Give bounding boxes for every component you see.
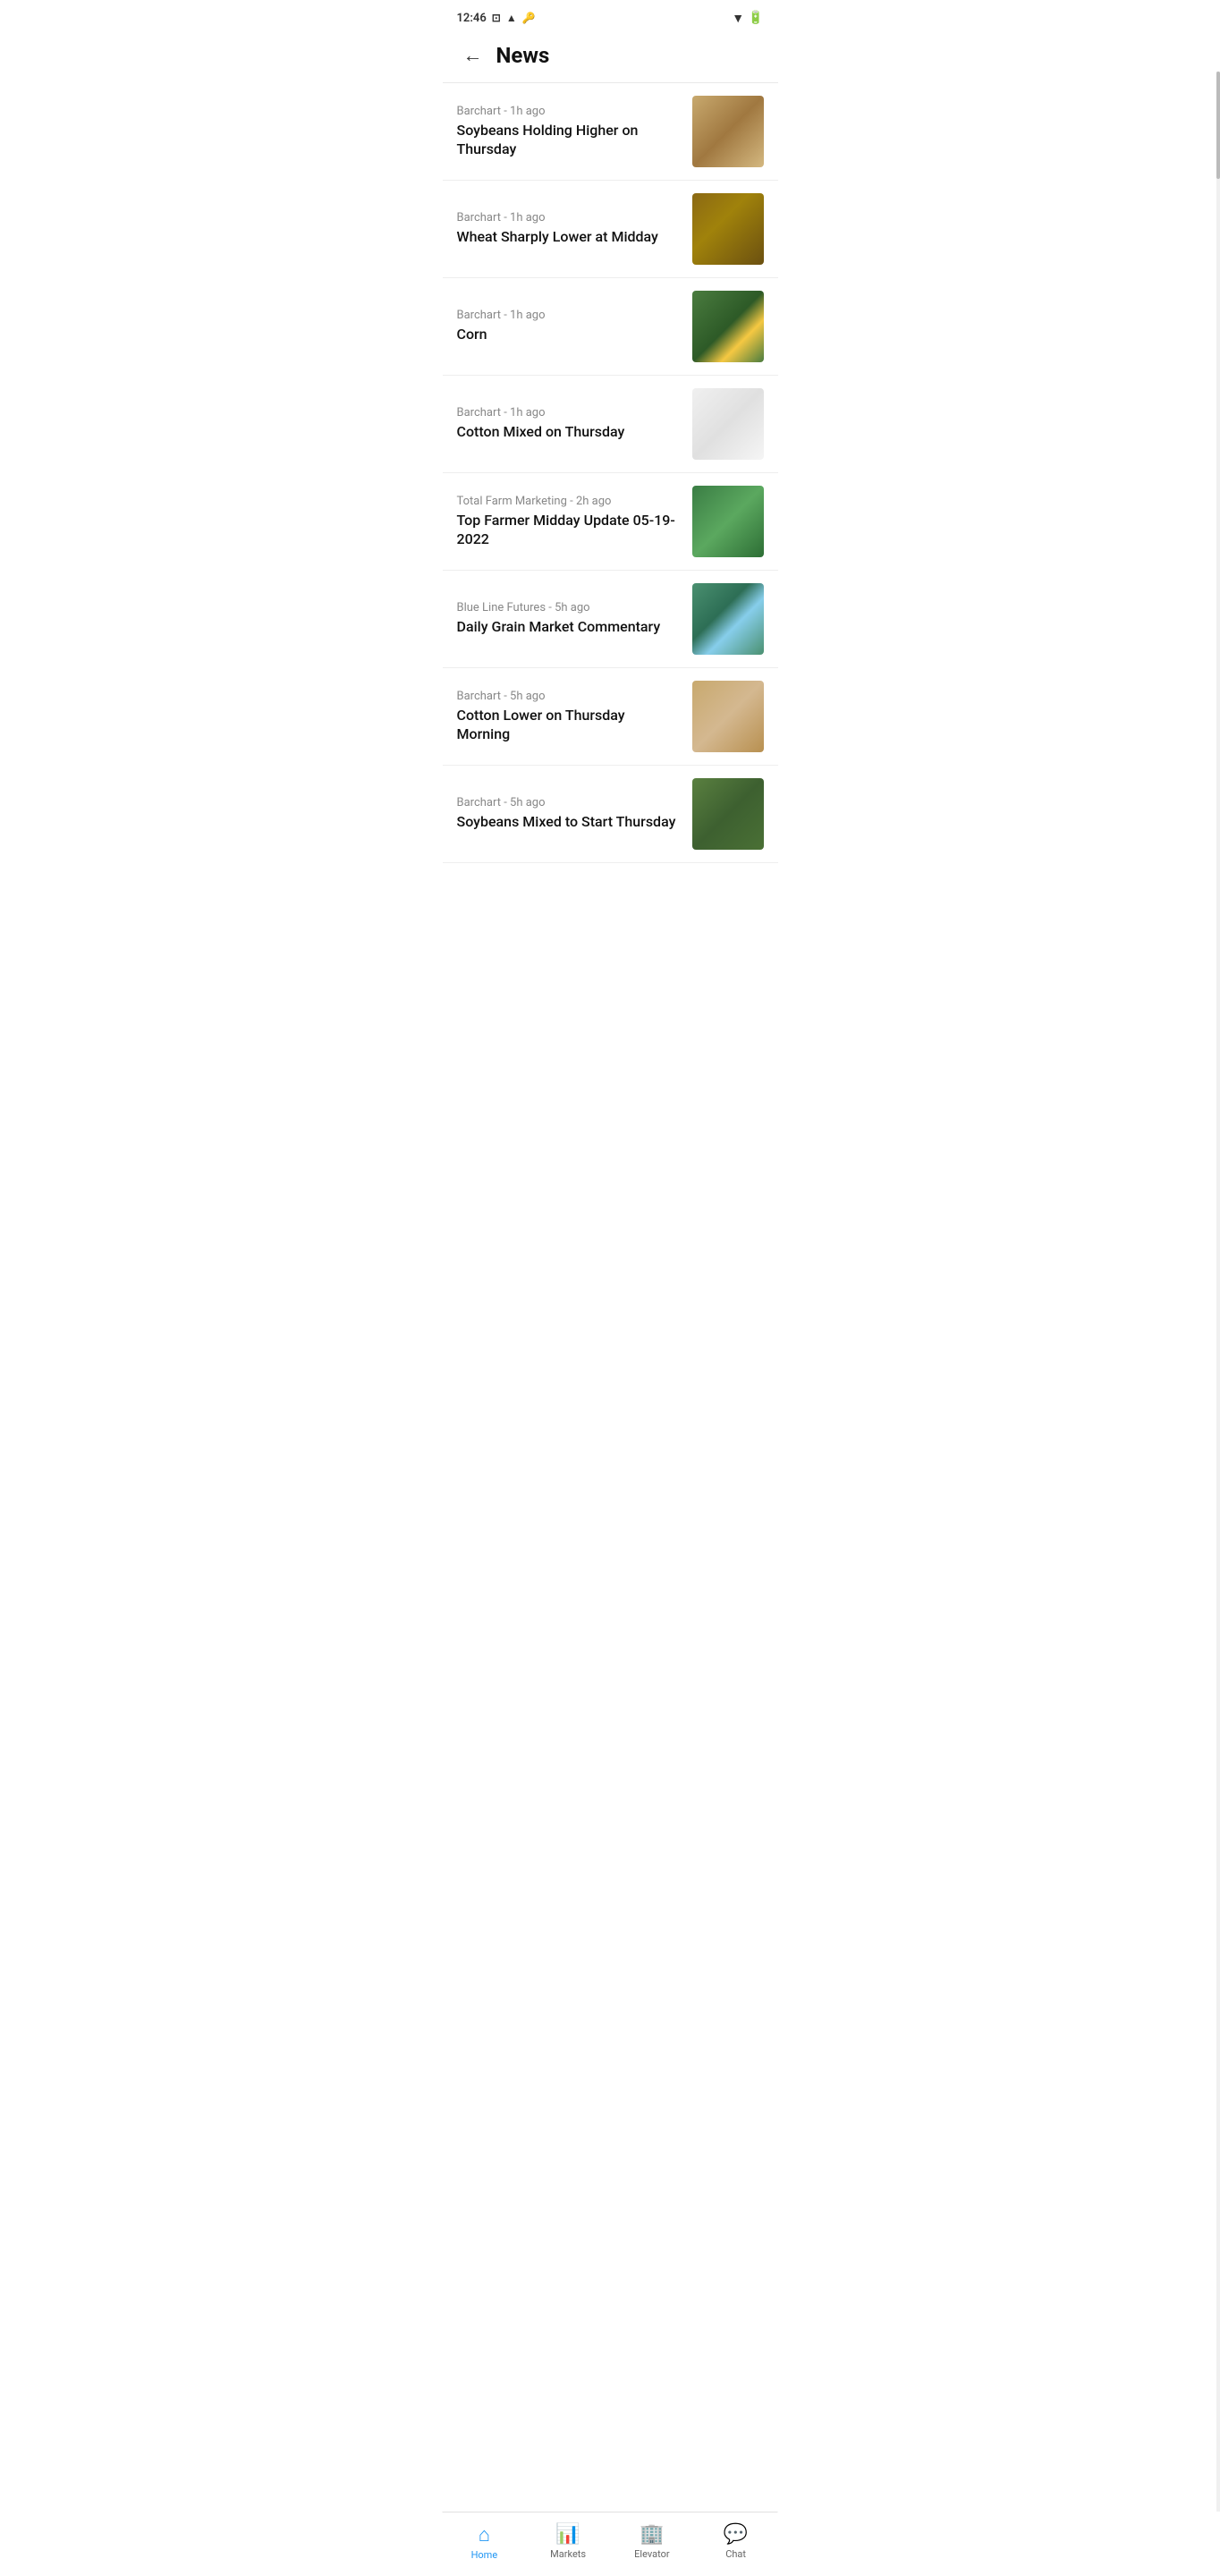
elevator-icon: 🏢: [640, 2523, 664, 2546]
back-button[interactable]: ←: [457, 39, 489, 72]
news-meta-6: Blue Line Futures - 5h ago: [457, 601, 682, 614]
page-header: ← News: [443, 32, 778, 83]
back-arrow-icon: ←: [463, 44, 483, 67]
scroll-thumb: [1216, 72, 1220, 179]
news-thumbnail-2: [692, 193, 764, 265]
news-headline-8: Soybeans Mixed to Start Thursday: [457, 813, 682, 832]
news-thumbnail-1: [692, 96, 764, 167]
news-headline-7: Cotton Lower on Thursday Morning: [457, 707, 682, 744]
page-title: News: [496, 43, 550, 68]
nav-home-label: Home: [471, 2549, 498, 2561]
nav-chat-label: Chat: [725, 2548, 746, 2560]
time-display: 12:46: [457, 12, 487, 25]
home-icon: ⌂: [479, 2523, 490, 2546]
news-item-6[interactable]: Blue Line Futures - 5h ago Daily Grain M…: [443, 571, 778, 668]
news-item-2[interactable]: Barchart - 1h ago Wheat Sharply Lower at…: [443, 181, 778, 278]
news-meta-5: Total Farm Marketing - 2h ago: [457, 495, 682, 508]
bottom-navigation: ⌂ Home 📊 Markets 🏢 Elevator 💬 Chat: [443, 2512, 778, 2576]
news-content-2: Barchart - 1h ago Wheat Sharply Lower at…: [457, 211, 682, 247]
news-item-1[interactable]: Barchart - 1h ago Soybeans Holding Highe…: [443, 83, 778, 181]
news-headline-6: Daily Grain Market Commentary: [457, 618, 682, 637]
status-bar: 12:46 ⊡ ▲ 🔑 ▼ 🔋: [443, 0, 778, 32]
news-thumbnail-5: [692, 486, 764, 557]
status-right: ▼ 🔋: [732, 11, 763, 26]
nav-home[interactable]: ⌂ Home: [443, 2512, 527, 2576]
nav-markets-label: Markets: [550, 2548, 586, 2560]
news-headline-4: Cotton Mixed on Thursday: [457, 423, 682, 442]
news-headline-5: Top Farmer Midday Update 05-19-2022: [457, 512, 682, 549]
status-icon-3: 🔑: [522, 12, 536, 24]
news-item-4[interactable]: Barchart - 1h ago Cotton Mixed on Thursd…: [443, 376, 778, 473]
scroll-track: [1216, 72, 1220, 2512]
news-meta-4: Barchart - 1h ago: [457, 406, 682, 419]
markets-icon: 📊: [555, 2523, 580, 2546]
news-thumbnail-4: [692, 388, 764, 460]
news-meta-8: Barchart - 5h ago: [457, 796, 682, 809]
chat-icon: 💬: [724, 2523, 748, 2546]
news-meta-7: Barchart - 5h ago: [457, 690, 682, 703]
news-content-1: Barchart - 1h ago Soybeans Holding Highe…: [457, 105, 682, 159]
news-item-8[interactable]: Barchart - 5h ago Soybeans Mixed to Star…: [443, 766, 778, 863]
news-thumbnail-8: [692, 778, 764, 850]
wifi-icon: ▼: [732, 11, 744, 26]
news-headline-2: Wheat Sharply Lower at Midday: [457, 228, 682, 247]
news-headline-3: Corn: [457, 326, 682, 344]
nav-markets[interactable]: 📊 Markets: [526, 2512, 610, 2576]
news-thumbnail-3: [692, 291, 764, 362]
news-meta-1: Barchart - 1h ago: [457, 105, 682, 118]
news-meta-3: Barchart - 1h ago: [457, 309, 682, 322]
news-meta-2: Barchart - 1h ago: [457, 211, 682, 225]
news-content-5: Total Farm Marketing - 2h ago Top Farmer…: [457, 495, 682, 549]
news-thumbnail-7: [692, 681, 764, 752]
news-headline-1: Soybeans Holding Higher on Thursday: [457, 122, 682, 159]
news-thumbnail-6: [692, 583, 764, 655]
nav-elevator[interactable]: 🏢 Elevator: [610, 2512, 694, 2576]
nav-chat[interactable]: 💬 Chat: [694, 2512, 778, 2576]
news-item-5[interactable]: Total Farm Marketing - 2h ago Top Farmer…: [443, 473, 778, 571]
news-item-3[interactable]: Barchart - 1h ago Corn: [443, 278, 778, 376]
status-icon-1: ⊡: [492, 12, 501, 24]
status-icon-2: ▲: [506, 12, 517, 24]
news-content-6: Blue Line Futures - 5h ago Daily Grain M…: [457, 601, 682, 637]
status-left: 12:46 ⊡ ▲ 🔑: [457, 12, 536, 25]
news-list: Barchart - 1h ago Soybeans Holding Highe…: [443, 83, 778, 935]
news-content-4: Barchart - 1h ago Cotton Mixed on Thursd…: [457, 406, 682, 442]
news-content-3: Barchart - 1h ago Corn: [457, 309, 682, 344]
nav-elevator-label: Elevator: [634, 2548, 669, 2560]
news-content-7: Barchart - 5h ago Cotton Lower on Thursd…: [457, 690, 682, 744]
news-content-8: Barchart - 5h ago Soybeans Mixed to Star…: [457, 796, 682, 832]
news-item-7[interactable]: Barchart - 5h ago Cotton Lower on Thursd…: [443, 668, 778, 766]
battery-icon: 🔋: [748, 11, 763, 25]
